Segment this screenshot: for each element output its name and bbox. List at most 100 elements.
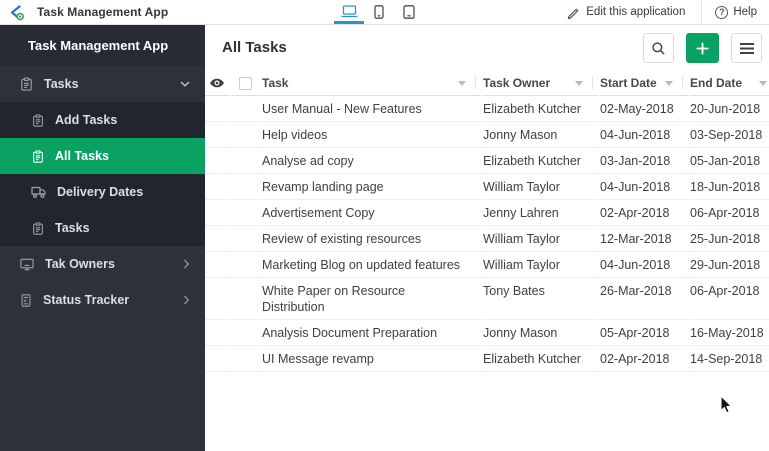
cell-start-date: 12-Mar-2018 bbox=[600, 226, 690, 252]
row-eye-cell bbox=[205, 174, 232, 200]
sort-triangle-icon bbox=[759, 80, 767, 86]
table-body: User Manual - New Features Elizabeth Kut… bbox=[205, 96, 769, 372]
clipboard-icon bbox=[19, 76, 34, 92]
row-checkbox-cell bbox=[232, 226, 262, 252]
column-label: Start Date bbox=[600, 76, 657, 90]
cell-start-date: 05-Apr-2018 bbox=[600, 320, 690, 346]
sidebar-item-delivery-dates[interactable]: Delivery Dates bbox=[0, 174, 205, 210]
column-header-end-date[interactable]: End Date bbox=[690, 71, 769, 96]
sidebar-item-all-tasks[interactable]: All Tasks bbox=[0, 138, 205, 174]
cell-end-date: 06-Apr-2018 bbox=[690, 278, 769, 320]
sidebar-item-label: Tasks bbox=[55, 221, 90, 235]
cell-start-date: 04-Jun-2018 bbox=[600, 252, 690, 278]
sidebar-item-tasks-parent[interactable]: Tasks bbox=[0, 66, 205, 102]
help-label: Help bbox=[733, 6, 757, 18]
sidebar-item-add-tasks[interactable]: Add Tasks bbox=[0, 102, 205, 138]
device-laptop-icon[interactable] bbox=[334, 0, 364, 24]
row-eye-cell bbox=[205, 278, 232, 320]
cell-task-owner: William Taylor bbox=[483, 252, 600, 278]
chevron-down-icon bbox=[180, 81, 190, 88]
cell-task: White Paper on Resource Distribution bbox=[262, 278, 483, 320]
sidebar-item-tasks-sub[interactable]: Tasks bbox=[0, 210, 205, 246]
sidebar-nav: Tasks Add Tasks All Tasks Delivery Dates… bbox=[0, 66, 205, 318]
search-button[interactable] bbox=[643, 33, 674, 63]
sidebar-app-title: Task Management App bbox=[0, 25, 205, 66]
add-record-button[interactable] bbox=[686, 33, 719, 63]
creator-logo-icon[interactable] bbox=[8, 4, 25, 21]
topbar: Task Management App Edit this applicatio… bbox=[0, 0, 769, 25]
cell-start-date: 04-Jun-2018 bbox=[600, 174, 690, 200]
column-label: Task bbox=[262, 76, 289, 90]
row-checkbox-cell bbox=[232, 252, 262, 278]
main-content: All Tasks Task Task Owner Start Date End… bbox=[205, 25, 769, 451]
column-visibility-toggle[interactable] bbox=[205, 71, 232, 96]
select-all-cell bbox=[232, 71, 262, 96]
topbar-app-name: Task Management App bbox=[37, 5, 169, 19]
view-menu-button[interactable] bbox=[731, 33, 762, 63]
sort-triangle-icon bbox=[665, 80, 673, 86]
table-row[interactable]: Analysis Document Preparation Jonny Maso… bbox=[205, 320, 769, 346]
cell-task-owner: Elizabeth Kutcher bbox=[483, 346, 600, 372]
row-checkbox-cell bbox=[232, 122, 262, 148]
clipboard-icon bbox=[31, 113, 45, 128]
help-button[interactable]: ? Help bbox=[715, 5, 769, 19]
column-header-task-owner[interactable]: Task Owner bbox=[483, 71, 600, 96]
row-eye-cell bbox=[205, 226, 232, 252]
search-icon bbox=[651, 41, 666, 56]
table-row[interactable]: Marketing Blog on updated features Willi… bbox=[205, 252, 769, 278]
table-row[interactable]: Review of existing resources William Tay… bbox=[205, 226, 769, 252]
column-header-task[interactable]: Task bbox=[262, 71, 483, 96]
table-header-row: Task Task Owner Start Date End Date bbox=[205, 71, 769, 96]
cell-end-date: 03-Sep-2018 bbox=[690, 122, 769, 148]
cell-task: Help videos bbox=[262, 122, 483, 148]
cell-task: Advertisement Copy bbox=[262, 200, 483, 226]
clipboard-icon bbox=[31, 221, 45, 236]
table-row[interactable]: Analyse ad copy Elizabeth Kutcher 03-Jan… bbox=[205, 148, 769, 174]
eye-icon bbox=[209, 78, 225, 88]
table-row[interactable]: White Paper on Resource Distribution Ton… bbox=[205, 278, 769, 320]
cell-task-owner: Tony Bates bbox=[483, 278, 600, 320]
row-checkbox-cell bbox=[232, 320, 262, 346]
cell-end-date: 14-Sep-2018 bbox=[690, 346, 769, 372]
sort-triangle-icon bbox=[458, 80, 466, 86]
cell-task: Analyse ad copy bbox=[262, 148, 483, 174]
row-checkbox-cell bbox=[232, 200, 262, 226]
cell-task: UI Message revamp bbox=[262, 346, 483, 372]
column-header-start-date[interactable]: Start Date bbox=[600, 71, 690, 96]
cell-end-date: 16-May-2018 bbox=[690, 320, 769, 346]
clipboard-icon bbox=[31, 149, 45, 164]
cell-start-date: 02-May-2018 bbox=[600, 96, 690, 122]
cell-task: User Manual - New Features bbox=[262, 96, 483, 122]
device-tablet-icon[interactable] bbox=[394, 0, 424, 24]
sidebar-item-label: Add Tasks bbox=[55, 113, 118, 127]
cell-start-date: 04-Jun-2018 bbox=[600, 122, 690, 148]
cell-task: Revamp landing page bbox=[262, 174, 483, 200]
select-all-checkbox[interactable] bbox=[239, 76, 252, 90]
cell-task-owner: Elizabeth Kutcher bbox=[483, 96, 600, 122]
sidebar-subgroup-tasks: Add Tasks All Tasks Delivery Dates Tasks bbox=[0, 102, 205, 246]
sidebar-item-tak-owners[interactable]: Tak Owners bbox=[0, 246, 205, 282]
column-label: End Date bbox=[690, 76, 743, 90]
cell-task-owner: William Taylor bbox=[483, 226, 600, 252]
edit-application-button[interactable]: Edit this application bbox=[567, 6, 685, 19]
table-row[interactable]: Help videos Jonny Mason 04-Jun-2018 03-S… bbox=[205, 122, 769, 148]
row-eye-cell bbox=[205, 320, 232, 346]
chevron-right-icon bbox=[183, 259, 190, 269]
sidebar-item-label: All Tasks bbox=[55, 149, 109, 163]
cell-task-owner: William Taylor bbox=[483, 174, 600, 200]
row-eye-cell bbox=[205, 96, 232, 122]
row-checkbox-cell bbox=[232, 96, 262, 122]
cell-task-owner: Elizabeth Kutcher bbox=[483, 148, 600, 174]
table-row[interactable]: Advertisement Copy Jenny Lahren 02-Apr-2… bbox=[205, 200, 769, 226]
table-row[interactable]: Revamp landing page William Taylor 04-Ju… bbox=[205, 174, 769, 200]
topbar-divider bbox=[701, 0, 703, 25]
sidebar-item-status-tracker[interactable]: Status Tracker bbox=[0, 282, 205, 318]
cell-task: Analysis Document Preparation bbox=[262, 320, 483, 346]
chevron-right-icon bbox=[183, 295, 190, 305]
device-phone-icon[interactable] bbox=[364, 0, 394, 24]
cell-end-date: 20-Jun-2018 bbox=[690, 96, 769, 122]
table-row[interactable]: User Manual - New Features Elizabeth Kut… bbox=[205, 96, 769, 122]
column-label: Task Owner bbox=[483, 76, 551, 90]
table-row[interactable]: UI Message revamp Elizabeth Kutcher 02-A… bbox=[205, 346, 769, 372]
monitor-icon bbox=[19, 257, 35, 272]
